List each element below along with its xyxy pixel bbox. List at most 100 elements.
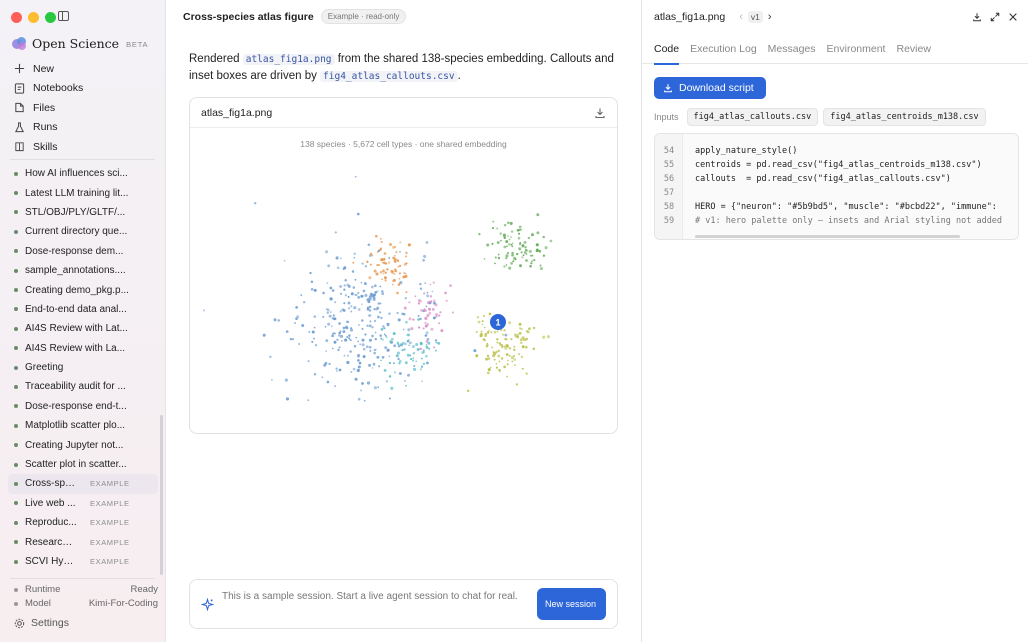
window-controls: [11, 12, 56, 23]
session-status-dot: [14, 540, 18, 545]
tab-review[interactable]: Review: [896, 34, 930, 64]
session-item[interactable]: Current directory que...: [8, 222, 158, 241]
session-item[interactable]: STL/OBJ/PLY/GLTF/...: [8, 203, 158, 222]
sidebar-scrollbar[interactable]: [160, 415, 163, 575]
scatter-point: [499, 370, 501, 373]
scatter-point: [361, 319, 364, 322]
session-item[interactable]: End-to-end data anal...: [8, 300, 158, 319]
scatter-point: [375, 307, 379, 311]
session-item[interactable]: sample_annotations....: [8, 261, 158, 280]
panel-tabs: Code Execution Log Messages Environment …: [642, 34, 1028, 65]
maximize-window-button[interactable]: [45, 12, 56, 23]
close-window-button[interactable]: [11, 12, 22, 23]
code-horizontal-scrollbar[interactable]: [695, 235, 960, 238]
scatter-point: [311, 340, 314, 343]
brand-logo-icon: [12, 37, 27, 50]
session-label: Creating Jupyter not...: [25, 439, 124, 451]
tab-environment[interactable]: Environment: [827, 34, 886, 64]
scatter-point: [519, 341, 523, 345]
sidebar-item-runs[interactable]: Runs: [8, 118, 158, 138]
session-item[interactable]: Latest LLM training lit...: [8, 183, 158, 202]
scatter-point: [372, 298, 376, 301]
scatter-point: [348, 307, 351, 310]
scatter-point: [419, 282, 422, 286]
sidebar-item-skills[interactable]: Skills: [8, 137, 158, 157]
session-item[interactable]: Live web ... EXAMPLE: [8, 494, 158, 513]
close-icon[interactable]: [1008, 12, 1018, 22]
session-item[interactable]: Creating Jupyter not...: [8, 435, 158, 454]
scatter-point: [350, 292, 354, 296]
line-number: 56: [663, 174, 675, 184]
scatter-point: [503, 235, 506, 239]
session-item[interactable]: Matplotlib scatter plo...: [8, 416, 158, 435]
scatter-point: [387, 261, 391, 264]
session-item[interactable]: AI4S Review with La...: [8, 339, 158, 358]
tab-messages[interactable]: Messages: [768, 34, 816, 64]
scatter-point: [520, 328, 523, 331]
scatter-point: [333, 317, 337, 321]
chevron-right-icon[interactable]: ›: [768, 11, 772, 23]
scatter-point: [346, 336, 349, 338]
tab-code[interactable]: Code: [654, 34, 680, 65]
file-reference[interactable]: fig4_atlas_callouts.csv: [320, 71, 458, 82]
input-file-chip[interactable]: fig4_atlas_callouts.csv: [686, 108, 819, 126]
session-item[interactable]: Greeting: [8, 358, 158, 377]
expand-icon[interactable]: [990, 12, 1000, 22]
scatter-point: [331, 334, 334, 338]
session-item[interactable]: Dose-response end-t...: [8, 397, 158, 416]
scatter-point: [346, 283, 350, 287]
figure-filename: atlas_fig1a.png: [201, 106, 273, 119]
scatter-point: [432, 281, 435, 284]
scatter-point: [525, 372, 529, 375]
scatter-point: [524, 246, 527, 249]
scatter-point: [526, 330, 530, 334]
session-item[interactable]: SCVI Hyp... EXAMPLE: [8, 552, 158, 571]
sidebar-item-notebooks[interactable]: Notebooks: [8, 79, 158, 99]
tab-execution-log[interactable]: Execution Log: [690, 34, 757, 64]
download-icon[interactable]: [594, 107, 606, 119]
scatter-point: [398, 264, 402, 268]
session-status-dot: [14, 520, 18, 525]
download-script-button[interactable]: Download script: [654, 77, 766, 99]
scatter-point: [473, 349, 477, 353]
scatter-point: [542, 235, 545, 239]
scatter-point: [493, 330, 497, 334]
scatter-point: [353, 252, 356, 256]
download-icon[interactable]: [972, 12, 982, 22]
new-session-button[interactable]: New session: [537, 588, 606, 620]
settings-button[interactable]: Settings: [14, 617, 69, 629]
session-item-active[interactable]: Cross-spe... EXAMPLE: [8, 474, 158, 494]
chevron-left-icon[interactable]: ‹: [739, 11, 743, 23]
session-item[interactable]: Reproduc... EXAMPLE: [8, 513, 158, 532]
input-file-chip[interactable]: fig4_atlas_centroids_m138.csv: [823, 108, 986, 126]
session-item[interactable]: Creating demo_pkg.p...: [8, 280, 158, 299]
session-item[interactable]: AI4S Review with Lat...: [8, 319, 158, 338]
session-item[interactable]: Research ... EXAMPLE: [8, 532, 158, 551]
sidebar-toggle-icon[interactable]: [58, 11, 69, 21]
scatter-point: [510, 230, 514, 233]
session-item[interactable]: How AI influences sci...: [8, 164, 158, 183]
sidebar-item-new[interactable]: New: [8, 59, 158, 79]
session-item[interactable]: Dose-response dem...: [8, 242, 158, 261]
sidebar-item-files[interactable]: Files: [8, 98, 158, 118]
session-label: Live web ...: [25, 497, 76, 509]
session-item[interactable]: Traceability audit for ...: [8, 377, 158, 396]
scatter-point: [424, 324, 428, 328]
scatter-point: [388, 375, 392, 378]
file-reference[interactable]: atlas_fig1a.png: [242, 54, 335, 65]
scatter-point: [407, 243, 411, 247]
scatter-point: [328, 314, 332, 318]
scatter-point: [524, 339, 527, 341]
scatter-point: [338, 368, 342, 372]
scatter-point: [496, 338, 499, 341]
figure-subtitle: 138 species · 5,672 cell types · one sha…: [300, 139, 507, 149]
scatter-point: [340, 257, 342, 260]
scatter-point: [508, 243, 511, 246]
scatter-point: [487, 368, 491, 372]
scatter-point: [346, 354, 350, 357]
minimize-window-button[interactable]: [28, 12, 39, 23]
session-item[interactable]: Scatter plot in scatter...: [8, 455, 158, 474]
scatter-point: [434, 303, 438, 307]
book-icon: [14, 141, 25, 152]
scatter-point: [396, 351, 400, 355]
